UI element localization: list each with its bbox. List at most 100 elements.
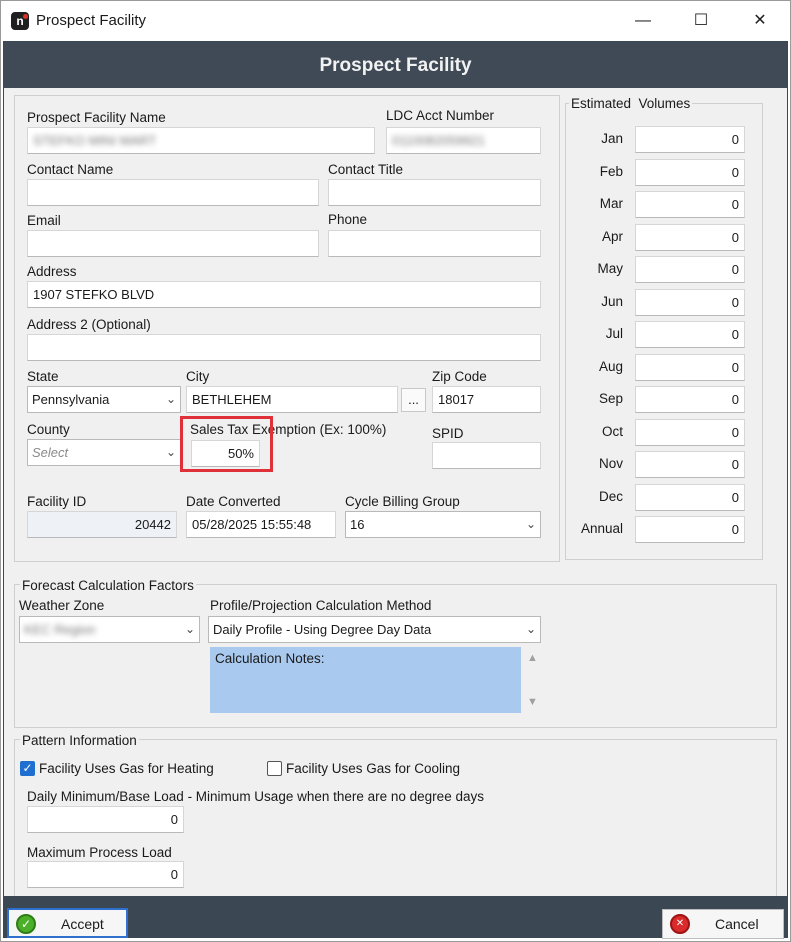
calculation-notes-area[interactable]: Calculation Notes: <box>210 647 521 713</box>
county-label: County <box>27 422 70 437</box>
volume-value-field[interactable]: 0 <box>635 289 745 316</box>
spid-field[interactable] <box>432 442 541 469</box>
calc-method-value: Daily Profile - Using Degree Day Data <box>213 622 432 637</box>
max-load-field[interactable]: 0 <box>27 861 184 888</box>
volume-month-label: Jan <box>601 131 623 146</box>
date-converted-field[interactable]: 05/28/2025 15:55:48 <box>186 511 336 538</box>
weather-zone-value: KEC Region <box>24 622 96 637</box>
city-field[interactable]: BETHLEHEM <box>186 386 398 413</box>
spid-label: SPID <box>432 426 464 441</box>
cancel-button[interactable]: ✕ Cancel <box>662 909 784 939</box>
volume-month-label: Annual <box>580 521 623 536</box>
close-icon[interactable]: ✕ <box>745 9 775 33</box>
calc-method-dropdown[interactable]: Daily Profile - Using Degree Day Data ⌄ <box>208 616 541 643</box>
accept-label: Accept <box>61 916 104 932</box>
volume-value-field[interactable]: 0 <box>635 516 745 543</box>
volume-month-label: Sep <box>598 391 623 406</box>
base-load-label: Daily Minimum/Base Load - Minimum Usage … <box>27 789 484 804</box>
address2-field[interactable] <box>27 334 541 361</box>
volume-month-label: May <box>597 261 623 276</box>
facility-name-field[interactable]: STEFKO MINI MART <box>27 127 375 154</box>
county-dropdown[interactable]: Select ⌄ <box>27 439 181 466</box>
max-load-label: Maximum Process Load <box>27 845 172 860</box>
facility-name-label: Prospect Facility Name <box>27 110 166 125</box>
base-load-field[interactable]: 0 <box>27 806 184 833</box>
address2-label: Address 2 (Optional) <box>27 317 151 332</box>
volume-month-label: Nov <box>598 456 623 471</box>
forecast-title: Forecast Calculation Factors <box>20 578 196 593</box>
date-converted-label: Date Converted <box>186 494 281 509</box>
volume-value-field[interactable]: 0 <box>635 386 745 413</box>
cooling-label: Facility Uses Gas for Cooling <box>286 761 461 776</box>
cycle-billing-value: 16 <box>350 517 365 532</box>
city-lookup-button[interactable]: ... <box>401 388 426 412</box>
chevron-down-icon: ⌄ <box>525 517 536 531</box>
volume-value-field[interactable]: 0 <box>635 451 745 478</box>
sales-tax-field[interactable]: 50% <box>191 440 260 467</box>
volume-month-label: Apr <box>601 229 623 244</box>
pattern-title: Pattern Information <box>20 733 139 748</box>
chevron-down-icon: ⌄ <box>165 445 176 459</box>
window-title: Prospect Facility <box>36 12 147 29</box>
state-value: Pennsylvania <box>32 392 110 407</box>
calculation-notes-label: Calculation Notes: <box>215 651 325 666</box>
app-logo-glyph: n <box>16 14 24 28</box>
state-label: State <box>27 369 59 384</box>
check-circle-icon: ✓ <box>16 914 36 934</box>
facility-id-label: Facility ID <box>27 494 87 509</box>
volume-month-label: Dec <box>598 489 623 504</box>
page-title: Prospect Facility <box>319 55 472 76</box>
volume-value-field[interactable]: 0 <box>635 419 745 446</box>
zip-field[interactable]: 18017 <box>432 386 541 413</box>
app-logo-icon: n <box>11 12 29 30</box>
county-placeholder: Select <box>32 445 69 460</box>
cooling-checkbox[interactable] <box>267 761 282 776</box>
volume-value-field[interactable]: 0 <box>635 224 745 251</box>
volume-value-field[interactable]: 0 <box>635 126 745 153</box>
contact-name-label: Contact Name <box>27 162 114 177</box>
state-dropdown[interactable]: Pennsylvania ⌄ <box>27 386 181 413</box>
email-field[interactable] <box>27 230 319 257</box>
weather-zone-dropdown[interactable]: KEC Region ⌄ <box>19 616 200 643</box>
heating-checkbox[interactable]: ✓ <box>20 761 35 776</box>
ldc-acct-value: 0110082059921 <box>392 133 486 148</box>
phone-field[interactable] <box>328 230 541 257</box>
cancel-label: Cancel <box>715 916 759 932</box>
phone-label: Phone <box>328 212 368 227</box>
ldc-acct-field[interactable]: 0110082059921 <box>386 127 541 154</box>
maximize-icon[interactable]: ☐ <box>686 9 716 33</box>
chevron-down-icon: ⌄ <box>184 622 195 636</box>
scroll-down-icon[interactable]: ▼ <box>527 696 538 708</box>
volume-value-field[interactable]: 0 <box>635 191 745 218</box>
contact-title-label: Contact Title <box>328 162 404 177</box>
volume-value-field[interactable]: 0 <box>635 159 745 186</box>
volume-month-label: Oct <box>601 424 623 439</box>
scroll-up-icon[interactable]: ▲ <box>527 652 538 664</box>
calc-method-label: Profile/Projection Calculation Method <box>210 598 432 613</box>
chevron-down-icon: ⌄ <box>165 392 176 406</box>
volume-value-field[interactable]: 0 <box>635 321 745 348</box>
volume-value-field[interactable]: 0 <box>635 256 745 283</box>
zip-label: Zip Code <box>432 369 487 384</box>
facility-id-field: 20442 <box>27 511 177 538</box>
email-label: Email <box>27 213 61 228</box>
address-field[interactable]: 1907 STEFKO BLVD <box>27 281 541 308</box>
weather-zone-label: Weather Zone <box>19 598 105 613</box>
ldc-acct-label: LDC Acct Number <box>386 108 495 123</box>
volume-month-label: Jul <box>605 326 623 341</box>
volume-value-field[interactable]: 0 <box>635 354 745 381</box>
cycle-billing-dropdown[interactable]: 16 ⌄ <box>345 511 541 538</box>
volume-value-field[interactable]: 0 <box>635 484 745 511</box>
minimize-icon[interactable]: — <box>628 9 658 33</box>
volume-month-label: Mar <box>599 196 623 211</box>
contact-title-field[interactable] <box>328 179 541 206</box>
cycle-billing-label: Cycle Billing Group <box>345 494 460 509</box>
address-label: Address <box>27 264 77 279</box>
contact-name-field[interactable] <box>27 179 319 206</box>
volume-month-label: Jun <box>601 294 623 309</box>
volume-month-label: Aug <box>598 359 623 374</box>
chevron-down-icon: ⌄ <box>525 622 536 636</box>
heating-label: Facility Uses Gas for Heating <box>39 761 214 776</box>
volume-month-label: Feb <box>599 164 623 179</box>
accept-button[interactable]: ✓ Accept <box>7 908 128 938</box>
